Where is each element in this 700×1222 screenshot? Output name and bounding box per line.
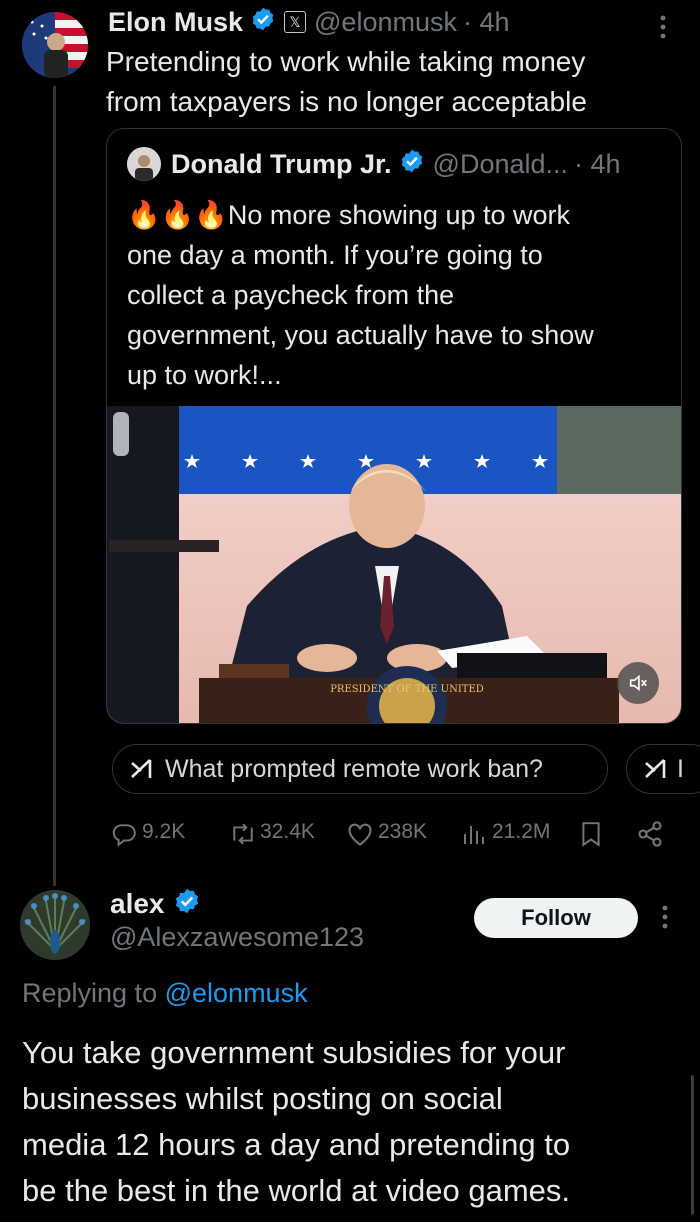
speaker-muted-icon	[629, 674, 647, 692]
grok-prompt-text: What prompted remote work ban?	[165, 754, 543, 783]
author-name[interactable]: Elon Musk	[108, 7, 243, 38]
more-options-icon[interactable]	[658, 14, 668, 45]
thread-connector-line	[53, 86, 56, 886]
grok-icon	[643, 757, 671, 781]
quote-author-handle: @Donald...	[432, 148, 569, 179]
like-count[interactable]: 238K	[378, 820, 427, 844]
repost-icon[interactable]	[228, 822, 258, 851]
reply-text-line: You take government subsidies for your	[22, 1035, 566, 1070]
repost-count[interactable]: 32.4K	[260, 820, 315, 844]
share-icon[interactable]	[636, 820, 664, 853]
reply-text-line: businesses whilst posting on social	[22, 1081, 503, 1116]
verified-badge-icon	[399, 148, 425, 181]
mute-button[interactable]	[617, 662, 659, 704]
reply-icon[interactable]	[110, 821, 138, 852]
quote-video[interactable]: PRESIDENT OF THE UNITED	[107, 406, 681, 723]
tweet-time[interactable]: · 4h	[463, 7, 510, 38]
view-count[interactable]: 21.2M	[492, 820, 550, 844]
reply-count[interactable]: 9.2K	[142, 820, 185, 844]
tweet-text: Pretending to work while taking money fr…	[106, 42, 587, 122]
replying-to-prefix: Replying to	[22, 978, 158, 1008]
quote-time: · 4h	[574, 148, 621, 179]
quote-text-line: 🔥🔥🔥No more showing up to work	[127, 200, 571, 230]
grok-prompt-text: I	[677, 754, 684, 783]
quoted-tweet-card[interactable]: Donald Trump Jr. @Donald... · 4h 🔥🔥🔥No m…	[106, 128, 682, 724]
reply-author-handle[interactable]: @Alexzawesome123	[110, 922, 364, 953]
quote-text-line: one day a month. If you’re going to	[127, 240, 543, 270]
grok-icon	[129, 757, 157, 781]
tweet-text-line: Pretending to work while taking money	[106, 46, 586, 77]
quote-header: Donald Trump Jr. @Donald... · 4h	[127, 147, 621, 181]
quote-text-line: up to work!...	[127, 360, 282, 390]
bookmark-icon[interactable]	[580, 821, 602, 852]
verified-badge-icon	[173, 887, 201, 922]
author-handle[interactable]: @elonmusk	[314, 7, 457, 38]
reply-author-name[interactable]: alex	[110, 888, 165, 920]
replying-to-link[interactable]: @elonmusk	[165, 978, 308, 1008]
quote-author-avatar	[127, 147, 161, 181]
quote-text-line: government, you actually have to show	[127, 320, 594, 350]
seal-text: PRESIDENT OF THE UNITED	[330, 684, 484, 695]
quote-text-line: collect a paycheck from the	[127, 280, 455, 310]
grok-prompt-chip[interactable]: What prompted remote work ban?	[112, 744, 608, 794]
elon-avatar[interactable]	[22, 12, 88, 78]
tweet-header: Elon Musk 𝕏 @elonmusk · 4h	[108, 5, 510, 39]
reply-author-row: alex	[110, 886, 201, 922]
reply-text-line: be the best in the world at video games.	[22, 1173, 570, 1208]
scrollbar[interactable]	[691, 1075, 694, 1215]
quote-text: 🔥🔥🔥No more showing up to work one day a …	[127, 195, 677, 395]
alex-avatar[interactable]	[20, 890, 90, 960]
fire-emoji: 🔥🔥🔥	[127, 200, 228, 230]
tweet-text-line: from taxpayers is no longer acceptable	[106, 86, 587, 117]
x-affiliate-badge: 𝕏	[284, 11, 307, 33]
reply-text: You take government subsidies for your b…	[22, 1030, 570, 1214]
follow-button[interactable]: Follow	[474, 898, 638, 938]
reply-text-line: media 12 hours a day and pretending to	[22, 1127, 571, 1162]
quote-author-name: Donald Trump Jr.	[171, 148, 392, 179]
replying-to-line: Replying to @elonmusk	[22, 978, 308, 1009]
grok-prompt-chip-2[interactable]: I	[626, 744, 700, 794]
views-chart-icon[interactable]	[462, 822, 486, 851]
verified-badge-icon	[250, 6, 276, 39]
like-heart-icon[interactable]	[346, 821, 374, 852]
reply-more-options-icon[interactable]	[660, 904, 670, 935]
